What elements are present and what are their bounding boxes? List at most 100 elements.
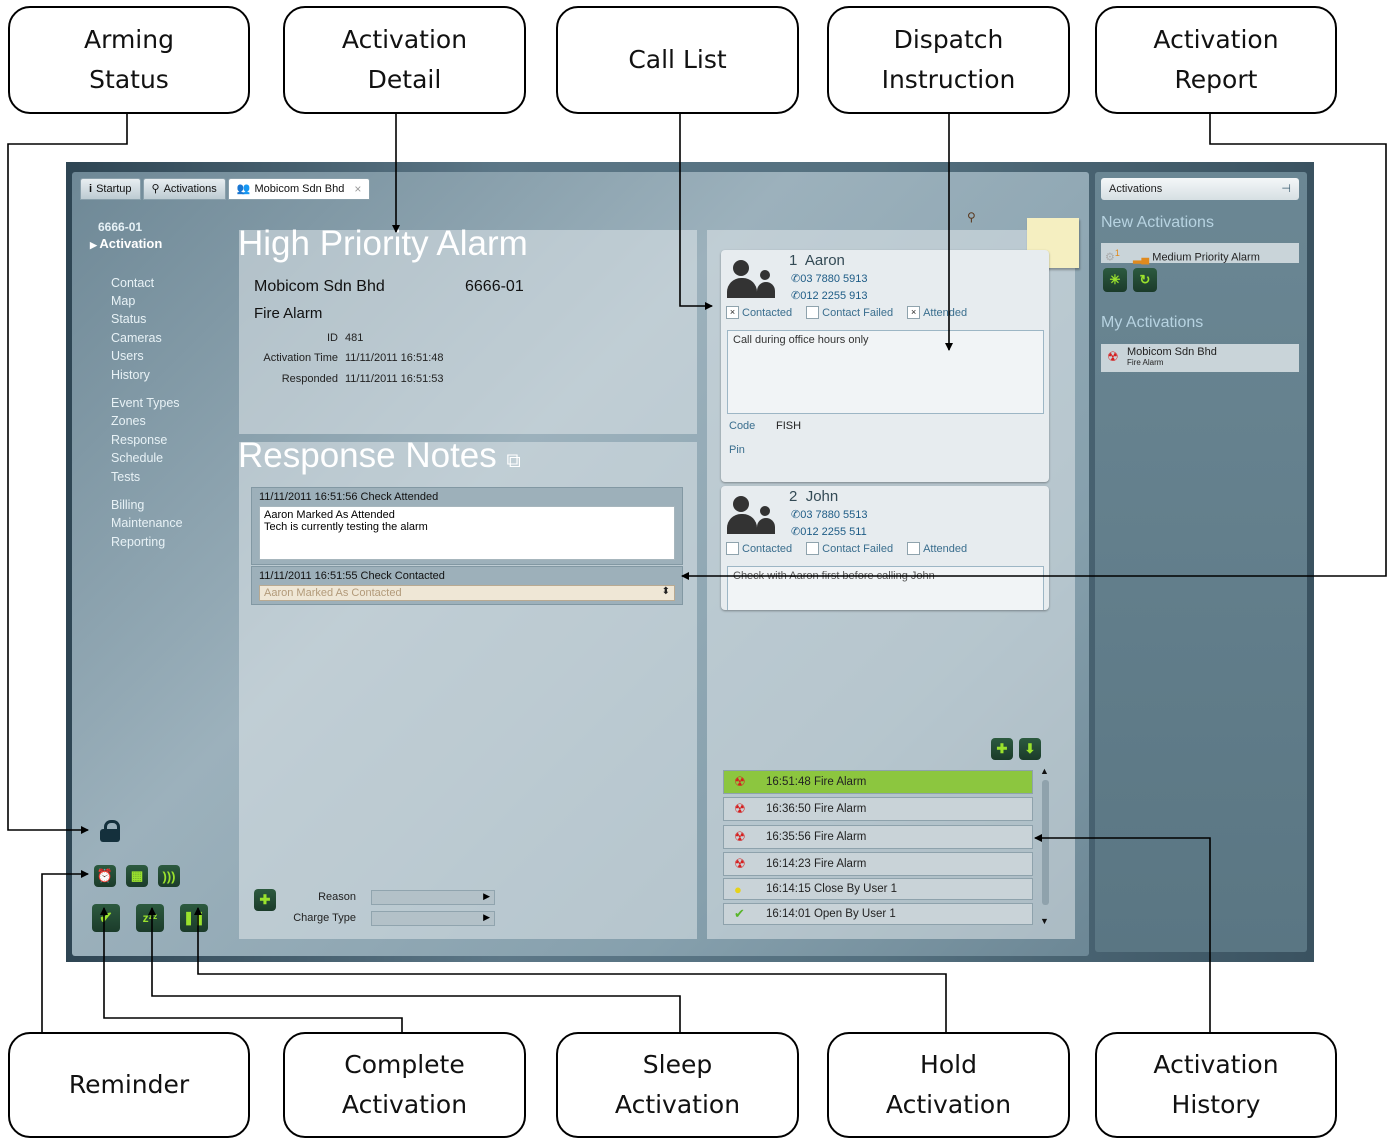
history-row[interactable]: ✔ 16:14:01 Open By User 1 <box>723 903 1033 925</box>
sidebar-item-cameras[interactable]: Cameras <box>111 331 162 345</box>
phone-number: 012 2255 511 <box>800 526 867 538</box>
map-tool-button[interactable]: ▦ <box>126 865 148 887</box>
triangle-right-icon: ▶ <box>90 240 100 250</box>
sidebar-item-schedule[interactable]: Schedule <box>111 451 163 465</box>
contacted-checkbox[interactable]: × Contacted <box>726 306 792 319</box>
history-time: 16:14:01 <box>766 908 811 920</box>
sleep-activation-button[interactable]: zᶻᶻ <box>136 904 164 932</box>
popout-icon[interactable]: ⧉ <box>507 450 521 472</box>
plus-icon: ✚ <box>996 741 1008 756</box>
account-number: 6666-01 <box>98 220 143 234</box>
tab-startup[interactable]: i Startup <box>80 178 141 200</box>
checkbox-box: × <box>726 306 739 319</box>
close-icon[interactable]: × <box>354 178 361 200</box>
phone-secondary[interactable]: ✆012 2255 511 <box>791 525 867 538</box>
sidebar-item-status[interactable]: Status <box>111 312 146 326</box>
fire-alarm-icon: ☢ <box>734 829 746 844</box>
download-history-button[interactable]: ⬇ <box>1019 738 1041 760</box>
history-time: 16:51:48 <box>766 776 811 788</box>
contacted-checkbox[interactable]: Contacted <box>726 542 792 555</box>
note-card: 11/11/2011 16:51:55 Check Contacted Aaro… <box>251 566 683 605</box>
callout-sleep-activation: Sleep Activation <box>556 1032 799 1138</box>
callout-hold-activation: Hold Activation <box>827 1032 1070 1138</box>
note-card: 11/11/2011 16:51:56 Check Attended Aaron… <box>251 487 683 565</box>
reason-select[interactable]: ▶ <box>371 890 495 905</box>
dispatch-instruction-box[interactable]: Check with Aaron first before calling Jo… <box>727 566 1044 610</box>
phone-primary[interactable]: ✆03 7880 5913 <box>791 272 868 285</box>
signal-icon: ))) <box>162 868 176 884</box>
sidebar-item-response[interactable]: Response <box>111 433 167 447</box>
phone-primary[interactable]: ✆03 7880 5513 <box>791 508 868 521</box>
accept-activation-button[interactable]: ✳ <box>1103 268 1127 292</box>
history-row[interactable]: ☢ 16:36:50 Fire Alarm <box>723 797 1033 821</box>
pin-toggle-icon[interactable]: ⊣ <box>1281 178 1291 200</box>
hold-activation-button[interactable]: ❚❚ <box>180 904 208 932</box>
note-textarea[interactable]: Aaron Marked As Attended Tech is current… <box>259 506 675 560</box>
dispatch-instruction-box[interactable]: Call during office hours only <box>727 330 1044 414</box>
checkbox-label: Contact Failed <box>822 542 894 555</box>
contact-failed-checkbox[interactable]: Contact Failed <box>806 306 893 319</box>
charge-type-select[interactable]: ▶ <box>371 911 495 926</box>
tab-label: Startup <box>96 183 132 195</box>
new-activation-item[interactable]: ⚙1 ▂▄ Medium Priority Alarm <box>1101 243 1299 264</box>
history-row[interactable]: ☢ 16:14:23 Fire Alarm <box>723 852 1033 876</box>
activations-sidebar: Activations ⊣ New Activations ⚙1 ▂▄ Medi… <box>1095 172 1307 952</box>
call-list-panel: ⚲ 1 Aaron ✆03 7880 5913 ✆012 2255 913 × C… <box>707 210 1079 939</box>
history-label: Open By User 1 <box>813 908 896 920</box>
reminder-alarm-button[interactable]: ⏰ <box>94 865 116 887</box>
scroll-down-icon[interactable]: ▼ <box>1040 916 1049 926</box>
sidebar-item-maintenance[interactable]: Maintenance <box>111 516 183 530</box>
phone-icon: ✆ <box>791 290 801 302</box>
contact-status-checks: Contacted Contact Failed Attended <box>726 542 967 555</box>
sidebar-item-event-types[interactable]: Event Types <box>111 396 180 410</box>
history-time: 16:14:15 <box>766 883 811 895</box>
complete-activation-button[interactable]: ✔ <box>92 904 120 932</box>
charge-type-label: Charge Type <box>293 912 356 924</box>
history-label: Close By User 1 <box>813 883 898 895</box>
phone-number: 03 7880 5913 <box>800 273 868 285</box>
sidebar-item-users[interactable]: Users <box>111 349 144 363</box>
add-note-button[interactable]: ✚ <box>254 889 276 911</box>
note-select[interactable]: Aaron Marked As Contacted ⬍ <box>259 585 675 601</box>
note-header: 11/11/2011 16:51:55 Check Contacted <box>259 570 445 582</box>
sidebar-item-contact[interactable]: Contact <box>111 276 154 290</box>
sidebar-item-map[interactable]: Map <box>111 294 135 308</box>
sidebar-item-history[interactable]: History <box>111 368 150 382</box>
sidebar-item-activation[interactable]: ▶ Activation <box>90 236 228 251</box>
history-row[interactable]: ☢ 16:35:56 Fire Alarm <box>723 825 1033 849</box>
tab-mobicom[interactable]: 👥 Mobicom Sdn Bhd × <box>227 178 371 200</box>
caret-right-icon: ▶ <box>483 891 490 901</box>
history-row[interactable]: ● 16:14:15 Close By User 1 <box>723 878 1033 900</box>
contact-failed-checkbox[interactable]: Contact Failed <box>806 542 893 555</box>
my-activation-company: Mobicom Sdn Bhd <box>1127 346 1217 358</box>
history-scrollbar[interactable]: ▲ ▼ <box>1040 766 1050 931</box>
checkbox-label: Contacted <box>742 306 793 319</box>
sidebar-item-reporting[interactable]: Reporting <box>111 535 165 549</box>
id-value: 481 <box>345 332 364 344</box>
checkbox-label: Attended <box>923 542 968 555</box>
callout-arming-status: Arming Status <box>8 6 250 114</box>
add-event-button[interactable]: ✚ <box>991 738 1013 760</box>
arming-status-lock-icon[interactable] <box>100 820 120 842</box>
my-activation-item[interactable]: ☢ Mobicom Sdn Bhd Fire Alarm <box>1101 344 1299 372</box>
history-row[interactable]: ☢ 16:51:48 Fire Alarm <box>723 770 1033 794</box>
scroll-up-icon[interactable]: ▲ <box>1040 766 1050 776</box>
tab-activations[interactable]: ⚲ Activations <box>142 178 226 200</box>
sidebar-item-zones[interactable]: Zones <box>111 414 146 428</box>
sidebar-item-tests[interactable]: Tests <box>111 470 140 484</box>
phone-icon: ✆ <box>791 273 801 285</box>
my-activation-event: Fire Alarm <box>1127 358 1164 367</box>
sparkle-icon: ✳ <box>1109 272 1121 287</box>
signal-tool-button[interactable]: ))) <box>158 865 180 887</box>
sidebar-item-billing[interactable]: Billing <box>111 498 144 512</box>
refresh-activations-button[interactable]: ↻ <box>1133 268 1157 292</box>
activation-time-value: 11/11/2011 16:51:48 <box>345 352 444 364</box>
attended-checkbox[interactable]: × Attended <box>907 306 967 319</box>
history-time: 16:14:23 <box>766 858 811 870</box>
checkbox-box <box>726 542 739 555</box>
phone-secondary[interactable]: ✆012 2255 913 <box>791 289 868 302</box>
person-icon <box>727 258 783 300</box>
attended-checkbox[interactable]: Attended <box>907 542 967 555</box>
new-activations-title: New Activations <box>1101 214 1214 231</box>
info-icon: i <box>89 183 93 195</box>
